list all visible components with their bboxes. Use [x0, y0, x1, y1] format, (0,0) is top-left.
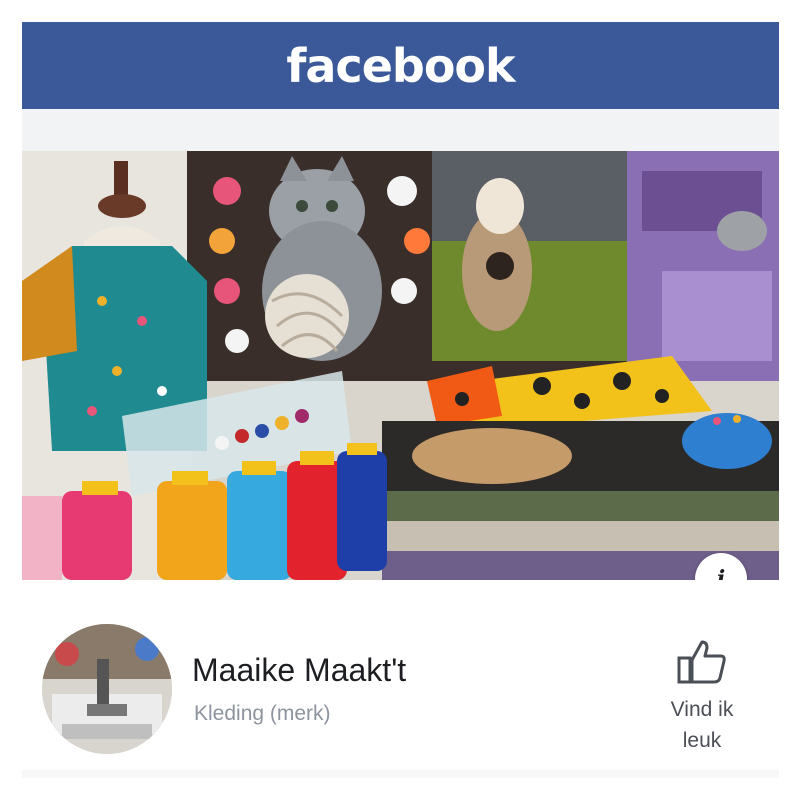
- cover-illustration: [22, 151, 779, 580]
- sewing-machine-avatar-icon: [42, 624, 172, 754]
- page-name[interactable]: Maaike Maakt't: [192, 652, 406, 689]
- like-button[interactable]: Vind ik leuk: [642, 638, 762, 756]
- page-category: Kleding (merk): [194, 702, 331, 725]
- facebook-logo[interactable]: facebook: [286, 39, 515, 93]
- facebook-header: facebook: [22, 22, 779, 109]
- header-spacer: [22, 109, 779, 151]
- page-info-section: Maaike Maakt't Kleding (merk) Vind ik le…: [22, 580, 779, 770]
- thumbs-up-icon: [677, 640, 726, 684]
- bottom-divider: [22, 770, 779, 778]
- cover-photo[interactable]: [22, 151, 779, 580]
- like-label: Vind ik leuk: [670, 698, 734, 752]
- page-avatar[interactable]: [42, 624, 172, 754]
